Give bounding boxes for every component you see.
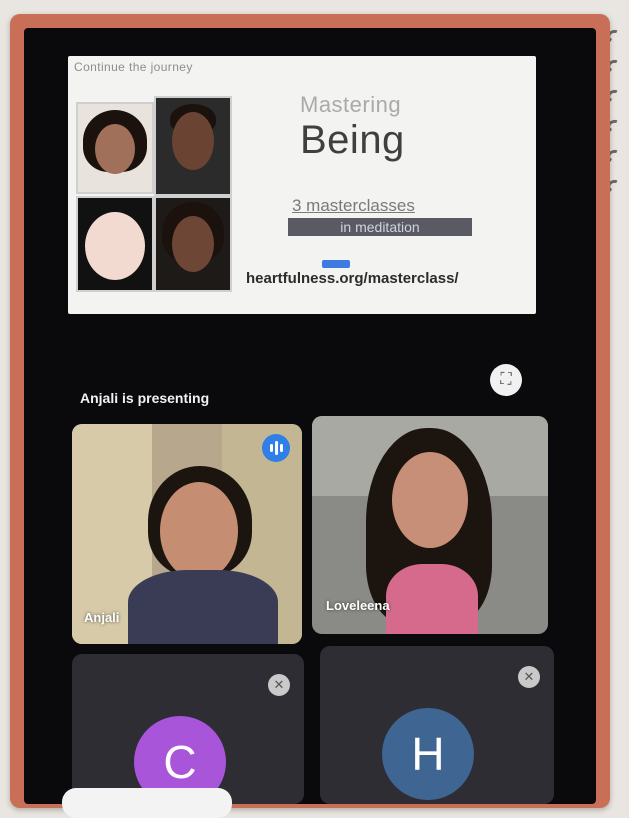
mic-off-icon: ✕	[268, 674, 290, 696]
slide-subtitle: 3 masterclasses	[292, 196, 415, 215]
bottom-control-pill[interactable]	[62, 788, 232, 818]
participant-name: Loveleena	[326, 598, 390, 613]
participant-tile-c[interactable]: ✕ C	[72, 654, 304, 804]
mic-off-icon: ✕	[518, 666, 540, 688]
device-frame: Continue the journey Mastering Being 3 m…	[10, 14, 610, 808]
slide-badge	[322, 260, 350, 268]
fullscreen-button[interactable]: ⛶	[490, 364, 522, 396]
slide-portrait-1	[76, 102, 154, 194]
presenting-label: Anjali is presenting	[80, 390, 210, 406]
avatar: H	[382, 708, 474, 800]
slide-top-text: Continue the journey	[74, 60, 193, 74]
meeting-screen: Continue the journey Mastering Being 3 m…	[24, 28, 596, 804]
slide-portrait-4	[154, 196, 232, 292]
participant-tile-loveleena[interactable]: Loveleena	[312, 416, 548, 634]
slide-portrait-3	[76, 196, 154, 292]
slide-url: heartfulness.org/masterclass/	[246, 270, 459, 287]
fullscreen-icon: ⛶	[500, 371, 512, 388]
slide-title: Being	[300, 118, 405, 162]
slide-portrait-2	[154, 96, 232, 196]
participant-name: Anjali	[84, 610, 120, 625]
speaking-icon	[262, 434, 290, 462]
presented-slide: Continue the journey Mastering Being 3 m…	[68, 56, 536, 314]
participant-tile-h[interactable]: ✕ H	[320, 646, 554, 804]
slide-subtitle-bar: in meditation	[288, 218, 472, 236]
slide-title-small: Mastering	[300, 92, 402, 117]
notebook-spiral	[605, 0, 629, 812]
participant-tile-anjali[interactable]: Anjali	[72, 424, 302, 644]
